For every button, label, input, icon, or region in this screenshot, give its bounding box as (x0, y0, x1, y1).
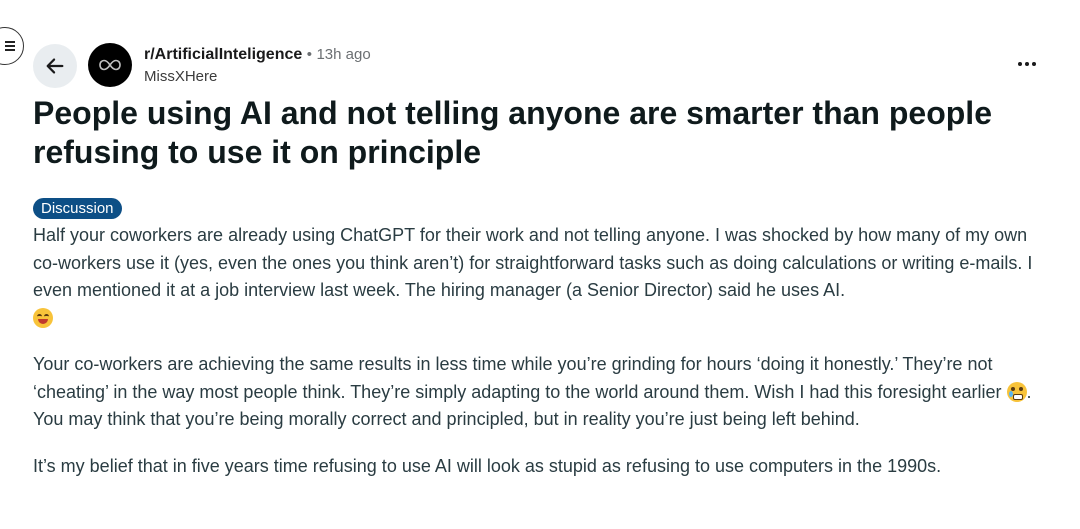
author-link[interactable]: MissXHere (144, 67, 371, 87)
post-title: People using AI and not telling anyone a… (33, 95, 992, 170)
post-body: Half your coworkers are already using Ch… (33, 222, 1043, 499)
arrow-left-icon (46, 58, 64, 74)
body-paragraph: Half your coworkers are already using Ch… (33, 222, 1043, 332)
post-page: r/ArtificialInteligence • 13h ago MissXH… (0, 0, 1080, 529)
body-paragraph: Your co-workers are achieving the same r… (33, 351, 1043, 434)
body-paragraph-text: It’s my belief that in five years time r… (33, 455, 942, 476)
rolling-on-floor-laughing-icon (33, 307, 53, 328)
body-paragraph: It’s my belief that in five years time r… (33, 453, 1043, 481)
post-meta-line: r/ArtificialInteligence • 13h ago (144, 45, 371, 65)
infinity-icon (99, 59, 121, 71)
more-options-button[interactable] (1012, 54, 1042, 74)
face-with-tears-icon (1006, 381, 1027, 402)
back-button[interactable] (33, 44, 77, 88)
body-paragraph-text: Half your coworkers are already using Ch… (33, 225, 1033, 300)
post-timestamp: 13h ago (316, 46, 371, 63)
post-meta: r/ArtificialInteligence • 13h ago MissXH… (144, 45, 371, 87)
more-options-icon (1018, 62, 1022, 66)
meta-separator: • (306, 46, 312, 63)
menu-toggle-button[interactable] (0, 27, 24, 65)
subreddit-avatar[interactable] (88, 43, 132, 87)
post-flair[interactable]: Discussion (33, 198, 122, 219)
subreddit-link[interactable]: r/ArtificialInteligence (144, 46, 302, 63)
hamburger-menu-icon (5, 41, 15, 51)
body-paragraph-text: Your co-workers are achieving the same r… (33, 354, 1007, 402)
